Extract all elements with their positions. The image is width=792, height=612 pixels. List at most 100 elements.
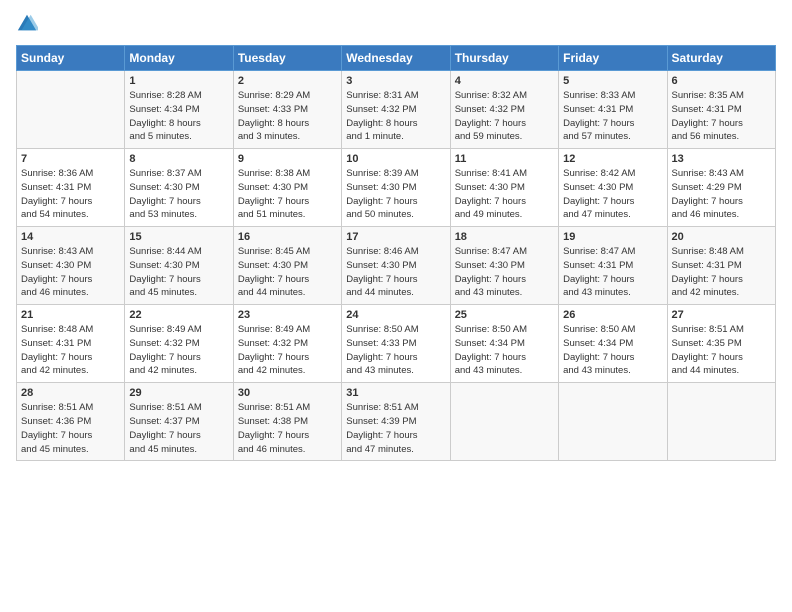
day-info: Sunrise: 8:51 AMSunset: 4:39 PMDaylight:… (346, 401, 445, 456)
calendar-cell: 18Sunrise: 8:47 AMSunset: 4:30 PMDayligh… (450, 227, 558, 305)
day-info-line: Sunset: 4:30 PM (129, 181, 228, 195)
day-info-line: Daylight: 7 hours (455, 351, 554, 365)
day-info-line: Daylight: 8 hours (129, 117, 228, 131)
day-info-line: Sunrise: 8:51 AM (21, 401, 120, 415)
day-info-line: Sunset: 4:30 PM (21, 259, 120, 273)
day-info-line: Sunset: 4:32 PM (346, 103, 445, 117)
weekday-header-tuesday: Tuesday (233, 46, 341, 71)
day-number: 19 (563, 231, 662, 243)
day-info: Sunrise: 8:50 AMSunset: 4:34 PMDaylight:… (455, 323, 554, 378)
day-info-line: Daylight: 7 hours (21, 195, 120, 209)
day-info-line: Daylight: 7 hours (672, 195, 771, 209)
day-info-line: Sunset: 4:31 PM (21, 181, 120, 195)
day-info-line: Sunset: 4:31 PM (21, 337, 120, 351)
day-info-line: Sunrise: 8:37 AM (129, 167, 228, 181)
day-info-line: and 1 minute. (346, 130, 445, 144)
day-info-line: Sunset: 4:33 PM (346, 337, 445, 351)
day-number: 14 (21, 231, 120, 243)
day-info: Sunrise: 8:33 AMSunset: 4:31 PMDaylight:… (563, 89, 662, 144)
day-number: 11 (455, 153, 554, 165)
day-info-line: Daylight: 7 hours (346, 429, 445, 443)
day-info-line: Sunrise: 8:31 AM (346, 89, 445, 103)
day-info-line: and 3 minutes. (238, 130, 337, 144)
day-info-line: Sunrise: 8:41 AM (455, 167, 554, 181)
day-info-line: Sunset: 4:34 PM (563, 337, 662, 351)
day-info-line: Sunrise: 8:46 AM (346, 245, 445, 259)
calendar-table: SundayMondayTuesdayWednesdayThursdayFrid… (16, 45, 776, 461)
day-info-line: and 43 minutes. (455, 364, 554, 378)
day-info-line: Sunset: 4:31 PM (563, 259, 662, 273)
day-info-line: and 45 minutes. (129, 443, 228, 457)
calendar-cell: 12Sunrise: 8:42 AMSunset: 4:30 PMDayligh… (559, 149, 667, 227)
day-info: Sunrise: 8:46 AMSunset: 4:30 PMDaylight:… (346, 245, 445, 300)
day-info-line: Sunrise: 8:48 AM (21, 323, 120, 337)
day-info-line: Sunset: 4:31 PM (563, 103, 662, 117)
calendar-cell: 13Sunrise: 8:43 AMSunset: 4:29 PMDayligh… (667, 149, 775, 227)
header (16, 12, 776, 39)
day-info-line: Daylight: 7 hours (238, 351, 337, 365)
day-info: Sunrise: 8:50 AMSunset: 4:34 PMDaylight:… (563, 323, 662, 378)
day-info-line: and 47 minutes. (563, 208, 662, 222)
calendar-cell: 14Sunrise: 8:43 AMSunset: 4:30 PMDayligh… (17, 227, 125, 305)
day-info-line: Sunset: 4:29 PM (672, 181, 771, 195)
week-row-3: 14Sunrise: 8:43 AMSunset: 4:30 PMDayligh… (17, 227, 776, 305)
day-info-line: Sunset: 4:39 PM (346, 415, 445, 429)
logo (16, 12, 40, 39)
day-info-line: and 43 minutes. (346, 364, 445, 378)
calendar-cell: 5Sunrise: 8:33 AMSunset: 4:31 PMDaylight… (559, 71, 667, 149)
calendar-cell: 10Sunrise: 8:39 AMSunset: 4:30 PMDayligh… (342, 149, 450, 227)
calendar-cell: 15Sunrise: 8:44 AMSunset: 4:30 PMDayligh… (125, 227, 233, 305)
day-info: Sunrise: 8:36 AMSunset: 4:31 PMDaylight:… (21, 167, 120, 222)
day-info-line: Daylight: 7 hours (129, 195, 228, 209)
day-info: Sunrise: 8:50 AMSunset: 4:33 PMDaylight:… (346, 323, 445, 378)
week-row-2: 7Sunrise: 8:36 AMSunset: 4:31 PMDaylight… (17, 149, 776, 227)
day-number: 3 (346, 75, 445, 87)
day-info-line: Sunrise: 8:43 AM (672, 167, 771, 181)
day-info-line: Sunset: 4:32 PM (238, 337, 337, 351)
day-number: 25 (455, 309, 554, 321)
day-info: Sunrise: 8:31 AMSunset: 4:32 PMDaylight:… (346, 89, 445, 144)
calendar-cell: 24Sunrise: 8:50 AMSunset: 4:33 PMDayligh… (342, 305, 450, 383)
day-info: Sunrise: 8:38 AMSunset: 4:30 PMDaylight:… (238, 167, 337, 222)
day-number: 21 (21, 309, 120, 321)
day-info-line: Daylight: 7 hours (455, 273, 554, 287)
day-info-line: Daylight: 8 hours (238, 117, 337, 131)
day-info-line: Sunset: 4:31 PM (672, 259, 771, 273)
day-info-line: Sunrise: 8:47 AM (455, 245, 554, 259)
day-info-line: Sunrise: 8:51 AM (238, 401, 337, 415)
day-info-line: and 51 minutes. (238, 208, 337, 222)
day-info-line: Daylight: 7 hours (21, 429, 120, 443)
day-info-line: Sunset: 4:35 PM (672, 337, 771, 351)
day-number: 10 (346, 153, 445, 165)
day-info-line: Sunrise: 8:50 AM (346, 323, 445, 337)
calendar-cell: 11Sunrise: 8:41 AMSunset: 4:30 PMDayligh… (450, 149, 558, 227)
calendar-cell: 1Sunrise: 8:28 AMSunset: 4:34 PMDaylight… (125, 71, 233, 149)
day-info-line: Sunrise: 8:42 AM (563, 167, 662, 181)
day-number: 20 (672, 231, 771, 243)
day-info: Sunrise: 8:48 AMSunset: 4:31 PMDaylight:… (672, 245, 771, 300)
day-info-line: and 53 minutes. (129, 208, 228, 222)
day-number: 31 (346, 387, 445, 399)
day-number: 18 (455, 231, 554, 243)
weekday-header-sunday: Sunday (17, 46, 125, 71)
calendar-cell: 6Sunrise: 8:35 AMSunset: 4:31 PMDaylight… (667, 71, 775, 149)
calendar-cell: 17 Sunrise: 8:46 AMSunset: 4:30 PMDayligh… (342, 227, 450, 305)
day-info-line: and 54 minutes. (21, 208, 120, 222)
day-info-line: Daylight: 8 hours (346, 117, 445, 131)
day-info-line: Sunrise: 8:48 AM (672, 245, 771, 259)
calendar-cell: 23Sunrise: 8:49 AMSunset: 4:32 PMDayligh… (233, 305, 341, 383)
day-info-line: Sunset: 4:30 PM (455, 181, 554, 195)
day-number: 2 (238, 75, 337, 87)
calendar-cell: 27Sunrise: 8:51 AMSunset: 4:35 PMDayligh… (667, 305, 775, 383)
day-info-line: and 57 minutes. (563, 130, 662, 144)
day-info-line: Sunrise: 8:38 AM (238, 167, 337, 181)
day-info-line: Daylight: 7 hours (346, 195, 445, 209)
day-info-line: Daylight: 7 hours (672, 351, 771, 365)
day-number: 17 (346, 231, 445, 243)
day-info-line: and 46 minutes. (238, 443, 337, 457)
calendar-cell (667, 383, 775, 461)
day-info: Sunrise: 8:49 AMSunset: 4:32 PMDaylight:… (129, 323, 228, 378)
day-number: 29 (129, 387, 228, 399)
day-info: Sunrise: 8:51 AMSunset: 4:36 PMDaylight:… (21, 401, 120, 456)
day-info-line: Sunset: 4:33 PM (238, 103, 337, 117)
